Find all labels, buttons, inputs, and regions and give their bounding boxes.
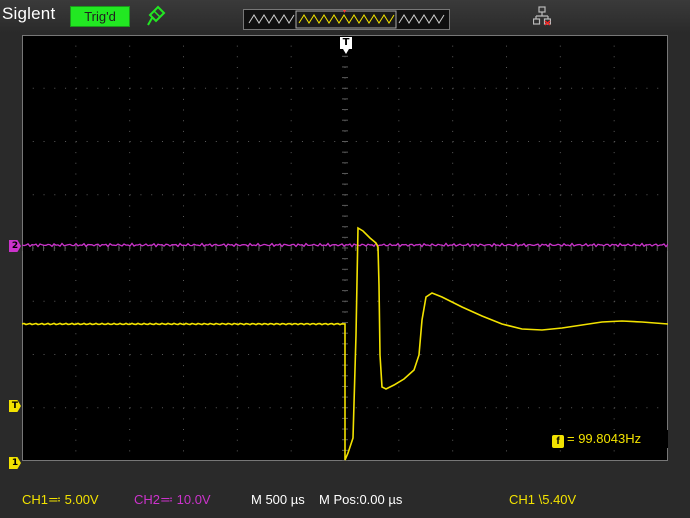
waveform-display[interactable] (22, 35, 668, 461)
ch1-scale: CH1≕ 5.00V (22, 492, 99, 507)
waveform-overview-bar (243, 9, 450, 30)
frequency-measurement: f = 99.8043Hz (550, 430, 668, 448)
trigger-info: CH1 \5.40V (509, 492, 577, 507)
top-status-bar: Siglent Trig'd (0, 0, 690, 33)
ch2-level-marker[interactable]: 2 (9, 240, 21, 252)
horizontal-position: M Pos:0.00 µs (319, 492, 403, 507)
brand-logo-text: Siglent (2, 4, 56, 23)
frequency-value: = 99.8043Hz (567, 431, 642, 446)
probe-icon (146, 5, 166, 31)
trigger-level-marker[interactable]: T (9, 400, 21, 412)
trigger-position-icon: T (340, 37, 352, 54)
ch2-scale: CH2≕ 10.0V (134, 492, 211, 507)
network-icon (532, 6, 552, 30)
waveform-canvas (22, 35, 668, 461)
trigger-position-label: T (342, 37, 350, 48)
timebase-scale: M 500 µs (251, 492, 305, 507)
ch1-trace (22, 226, 668, 461)
ch1-level-marker[interactable]: 1 (9, 457, 21, 469)
trigger-status-badge: Trig'd (70, 6, 130, 27)
frequency-badge-icon: f (552, 435, 564, 448)
